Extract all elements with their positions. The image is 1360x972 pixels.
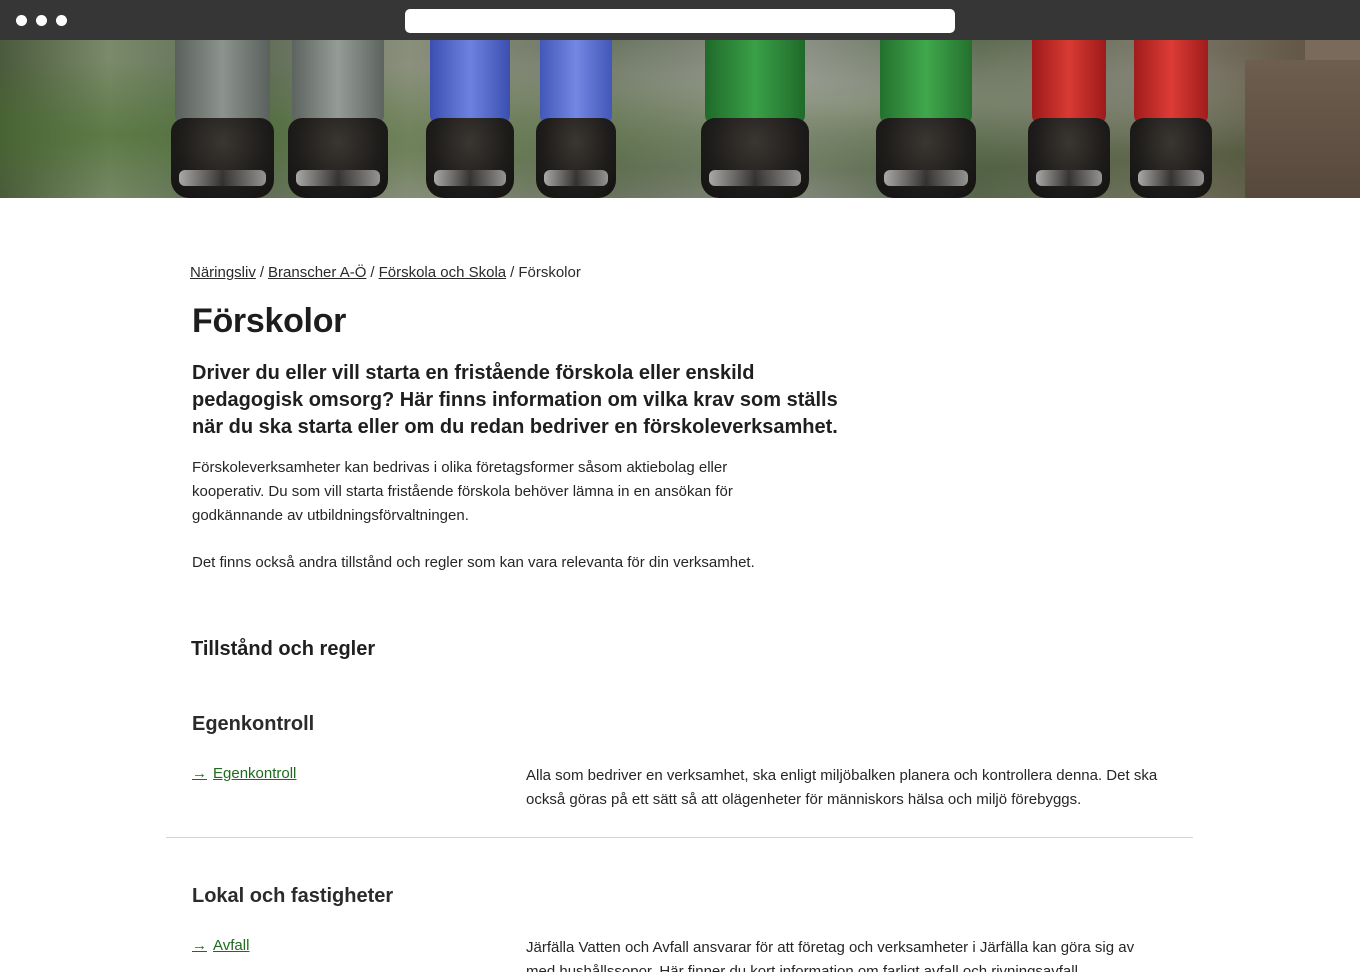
arrow-right-icon: → bbox=[192, 937, 207, 954]
page-title: Förskolor bbox=[192, 302, 347, 340]
lead-paragraph: Driver du eller vill starta en friståend… bbox=[192, 362, 838, 438]
intro-paragraph: Förskoleverksamheter kan bedrivas i olik… bbox=[192, 459, 733, 524]
breadcrumb-link-forskola-och-skola[interactable]: Förskola och Skola bbox=[379, 264, 507, 281]
link-avfall[interactable]: → Avfall bbox=[192, 937, 249, 954]
breadcrumb-separator: / bbox=[370, 264, 375, 281]
link-label: Avfall bbox=[213, 937, 250, 954]
divider bbox=[166, 837, 1193, 838]
group-title-lokal-och-fastigheter: Lokal och fastigheter bbox=[192, 885, 394, 907]
intro-paragraph-2: Det finns också andra tillstånd och regl… bbox=[192, 554, 755, 571]
arrow-right-icon: → bbox=[192, 765, 207, 782]
browser-chrome bbox=[0, 0, 1360, 40]
hero-image bbox=[0, 40, 1360, 198]
link-egenkontroll[interactable]: → Egenkontroll bbox=[192, 765, 296, 782]
group-description-egenkontroll: Alla som bedriver en verksamhet, ska enl… bbox=[526, 767, 1158, 808]
section-title: Tillstånd och regler bbox=[191, 638, 376, 660]
window-close-dot[interactable] bbox=[16, 15, 27, 26]
breadcrumb: Näringsliv / Branscher A-Ö / Förskola och Sk… bbox=[190, 264, 581, 281]
link-label: Egenkontroll bbox=[213, 765, 297, 782]
window-minimize-dot[interactable] bbox=[36, 15, 47, 26]
breadcrumb-separator: / bbox=[259, 264, 265, 281]
breadcrumb-separator: / bbox=[510, 264, 515, 281]
window-maximize-dot[interactable] bbox=[56, 15, 67, 26]
breadcrumb-current: Förskolor bbox=[518, 264, 581, 281]
address-bar[interactable] bbox=[405, 9, 955, 33]
group-title-egenkontroll: Egenkontroll bbox=[192, 713, 315, 735]
breadcrumb-link-naringsliv[interactable]: Näringsliv bbox=[190, 264, 256, 281]
breadcrumb-link-branscher[interactable]: Branscher A-Ö bbox=[268, 264, 366, 281]
group-description-avfall: Järfälla Vatten och Avfall ansvarar för … bbox=[526, 939, 1135, 972]
